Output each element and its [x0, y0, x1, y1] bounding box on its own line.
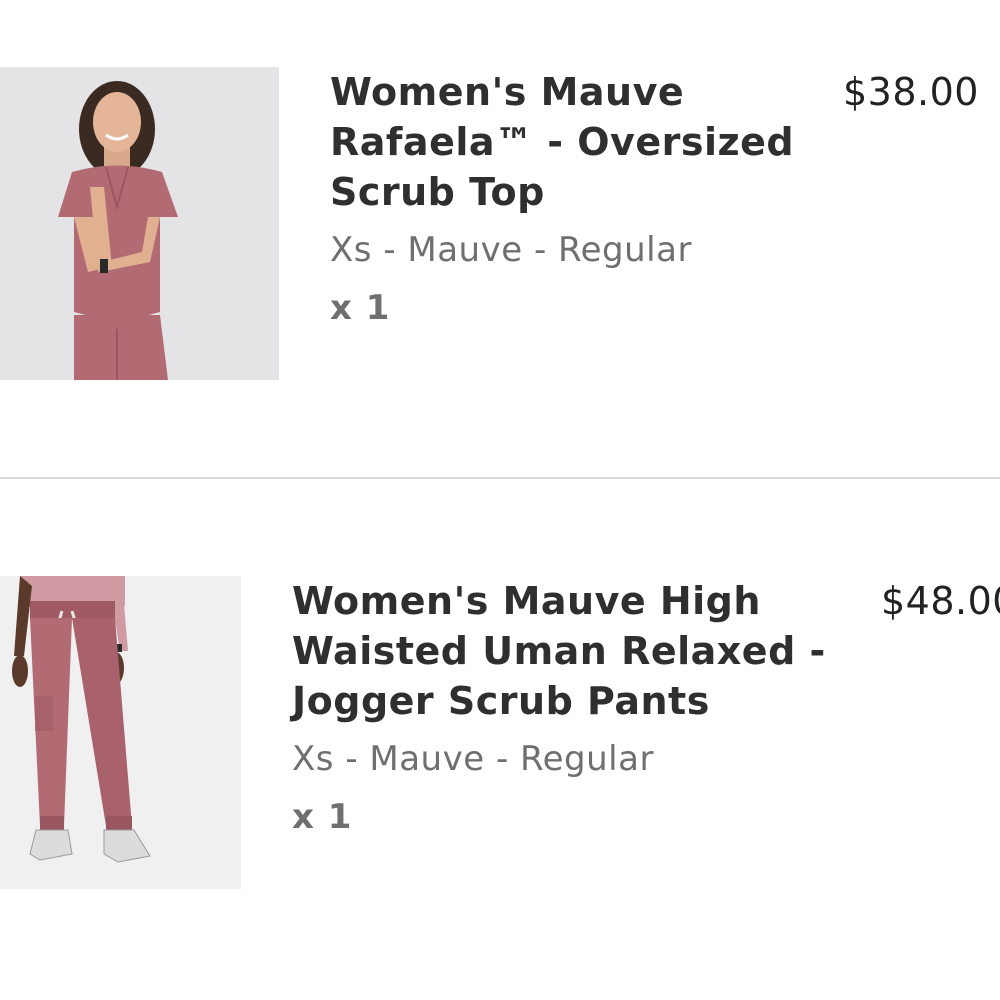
product-title-line: Rafaela™ - Oversized [330, 120, 795, 164]
product-title-line: Waisted Uman Relaxed - [292, 629, 826, 673]
product-variant: Xs - Mauve - Regular [330, 230, 692, 270]
product-price: $38.00 [843, 70, 979, 114]
mauve-jogger-scrub-pants-image [0, 576, 241, 889]
product-title-line: Scrub Top [330, 170, 545, 214]
cart-item: Women's Mauve High Waisted Uman Relaxed … [0, 480, 1000, 1000]
product-quantity: x 1 [292, 797, 353, 837]
product-title-line: Women's Mauve High [292, 579, 761, 623]
product-title[interactable]: Women's Mauve High Waisted Uman Relaxed … [292, 576, 852, 726]
product-image[interactable] [0, 67, 279, 380]
woman-in-mauve-scrub-top-image [0, 67, 279, 380]
product-title-line: Jogger Scrub Pants [292, 679, 710, 723]
item-divider [0, 477, 1000, 479]
product-title-line: Women's Mauve [330, 70, 685, 114]
product-image[interactable] [0, 576, 241, 889]
product-quantity: x 1 [330, 288, 391, 328]
cart-item: Women's Mauve Rafaela™ - Oversized Scrub… [0, 0, 1000, 478]
product-variant: Xs - Mauve - Regular [292, 739, 654, 779]
product-price: $48.00 [881, 579, 1000, 623]
product-title[interactable]: Women's Mauve Rafaela™ - Oversized Scrub… [330, 67, 810, 217]
